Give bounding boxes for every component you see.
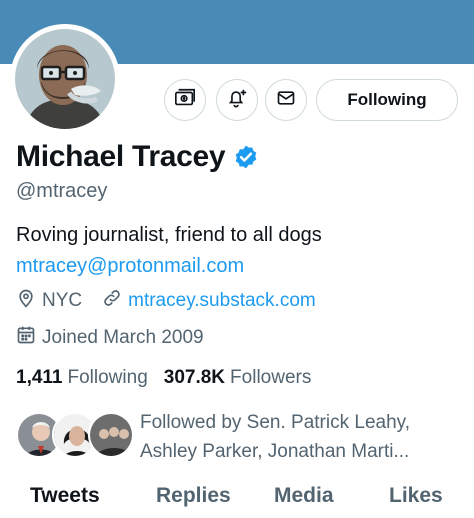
avatar-illustration [15,29,115,129]
bio-email-link[interactable]: mtracey@protonmail.com [16,255,244,278]
followed-by-line: Followed by Sen. Patrick Leahy, [140,412,411,433]
joined-date: Joined March 2009 [42,327,204,348]
followers-count-link[interactable]: 307.8K Followers [164,367,312,389]
tab-likes[interactable]: Likes [389,484,443,508]
profile-name-row: Michael Tracey [16,140,259,174]
tab-tweets[interactable]: Tweets [30,484,100,508]
subscribe-button[interactable] [164,79,206,121]
message-button[interactable] [265,79,307,121]
notifications-button[interactable] [216,79,258,121]
follower-avatar [88,412,134,458]
following-count-link[interactable]: 1,411 Following [16,367,148,389]
following-count: 1,411 [16,367,63,388]
subscription-icon [174,87,196,114]
profile-avatar[interactable] [10,24,120,134]
followed-by-line: Ashley Parker, Jonathan Marti... [140,441,410,462]
profile-handle: @mtracey [16,180,108,202]
profile-website-link[interactable]: mtracey.substack.com [128,290,316,312]
followers-label: Followers [230,367,312,388]
profile-location: NYC [42,290,83,311]
message-envelope-icon [276,88,296,113]
tab-replies[interactable]: Replies [156,484,231,508]
verified-badge-icon[interactable] [233,144,259,170]
followed-by-section[interactable]: Followed by Sen. Patrick Leahy, Ashley P… [16,408,440,466]
calendar-icon [16,325,42,351]
follow-counts: 1,411 Following 307.8K Followers [16,367,311,389]
location-pin-icon [16,288,42,314]
profile-name: Michael Tracey [16,140,226,173]
notification-bell-plus-icon [226,87,248,114]
followers-count: 307.8K [163,367,226,388]
link-chain-icon [102,288,128,314]
following-label: Following [67,367,148,388]
following-button[interactable]: Following [316,79,458,121]
tab-media[interactable]: Media [274,484,334,508]
profile-tabs: Tweets Replies Media Likes [0,480,474,518]
profile-meta-row: NYC mtracey.substack.com [16,288,316,314]
followed-by-avatars [16,408,134,460]
followed-by-text: Followed by Sen. Patrick Leahy, Ashley P… [140,408,440,466]
profile-bio: Roving journalist, friend to all dogs [16,224,322,246]
joined-row: Joined March 2009 [16,325,204,351]
